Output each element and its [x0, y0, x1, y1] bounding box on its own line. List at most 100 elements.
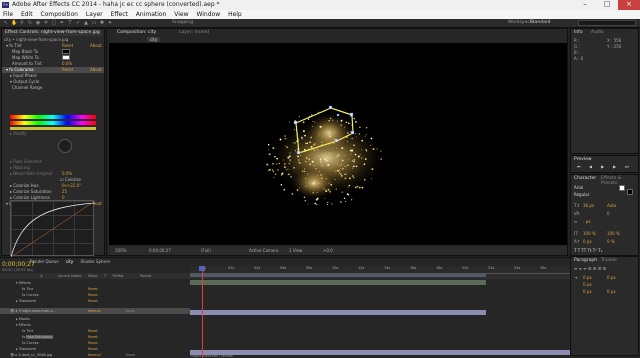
align-buttons-icon[interactable]: ≡ ≡ ≡ ☰ ☰ ☰ ☰: [574, 266, 606, 271]
font-style-select[interactable]: Regular: [574, 192, 589, 197]
curves-graph[interactable]: [10, 200, 95, 257]
hand-tool-icon[interactable]: ✋: [11, 20, 17, 26]
last-frame-icon[interactable]: ⏭: [625, 164, 629, 169]
resolution-select[interactable]: (Full): [201, 247, 211, 255]
stroke-width-value[interactable]: - px: [583, 219, 591, 224]
roto-brush-tool-icon[interactable]: ✱: [99, 20, 105, 26]
color-swatch[interactable]: [62, 55, 70, 60]
tracker-tab[interactable]: Tracker: [601, 258, 617, 263]
space-before-value[interactable]: 0 px: [583, 289, 592, 294]
tab-shader-sphere[interactable]: Shader Sphere: [80, 259, 110, 264]
parent-select[interactable]: None: [126, 352, 135, 358]
toggle-switches-modes[interactable]: Toggle Switches / Modes: [190, 354, 233, 358]
audio-tab[interactable]: Audio: [591, 30, 604, 35]
first-frame-icon[interactable]: ⏮: [577, 164, 581, 169]
color-swatch[interactable]: [62, 49, 70, 54]
vertical-scale-value[interactable]: 100 %: [583, 231, 596, 236]
work-area-bar[interactable]: [190, 274, 486, 277]
space-after-value[interactable]: 0 px: [607, 289, 616, 294]
parent-select[interactable]: None: [126, 308, 135, 314]
eraser-tool-icon[interactable]: ▭: [91, 20, 97, 26]
tab-render-queue[interactable]: Render Queue: [30, 259, 59, 264]
maximize-icon[interactable]: □: [596, 0, 618, 10]
menu-edit[interactable]: Edit: [18, 10, 36, 19]
city-light-dot: [358, 186, 361, 189]
zoom-select[interactable]: 100%: [115, 247, 126, 255]
pen-tool-icon[interactable]: ✒: [59, 20, 65, 26]
font-family-select[interactable]: Arial: [574, 185, 583, 190]
indent-left-value[interactable]: 0 px: [583, 275, 592, 280]
minimize-icon[interactable]: –: [574, 0, 596, 10]
current-time-display[interactable]: 0;00;00;27: [149, 247, 171, 255]
camera-select[interactable]: Active Camera: [249, 247, 278, 255]
blend-mode-select[interactable]: Normal: [88, 352, 101, 358]
puppet-tool-icon[interactable]: ✦: [107, 20, 113, 26]
character-tab[interactable]: Character: [574, 176, 596, 181]
menu-help[interactable]: Help: [225, 10, 245, 19]
next-frame-icon[interactable]: ▶: [613, 164, 616, 169]
menu-layer[interactable]: Layer: [83, 10, 106, 19]
view-layout-select[interactable]: 1 View: [289, 247, 302, 255]
layer-duration-bar[interactable]: [190, 310, 486, 315]
reset-link[interactable]: Reset: [88, 298, 98, 304]
composition-tab[interactable]: Composition: city: [117, 30, 156, 35]
layer-tab[interactable]: Layer: (none): [179, 30, 209, 35]
tsume-value[interactable]: 0 %: [607, 239, 615, 244]
font-size-value[interactable]: 36 px: [583, 203, 594, 208]
menu-effect[interactable]: Effect: [108, 10, 131, 19]
exposure-value[interactable]: +0.0: [323, 247, 333, 255]
effect-controls-tab[interactable]: Effect Controls: night-view-from-space.j…: [3, 30, 102, 36]
timeline-row[interactable]: ▸ Transform Reset: [0, 298, 190, 304]
type-tool-icon[interactable]: T: [67, 20, 73, 26]
leading-value[interactable]: Auto: [607, 203, 616, 208]
play-icon[interactable]: ▶: [601, 164, 604, 169]
close-icon[interactable]: ×: [618, 0, 640, 10]
rectangle-tool-icon[interactable]: ▢: [51, 20, 57, 26]
layer-duration-bar[interactable]: [190, 350, 570, 355]
phase-dial-icon[interactable]: [58, 139, 72, 153]
zoom-tool-icon[interactable]: ⚲: [19, 20, 25, 26]
timeline-layer-row[interactable]: 👁 ▾ 3 night-view-from-s... Normal None: [0, 308, 190, 314]
composition-viewport[interactable]: [109, 43, 567, 245]
faux-styles-icon[interactable]: T T TT Tt T¹ T₁: [574, 248, 602, 253]
timeline-layer-row[interactable]: 👁 ▸ 4 land_cc_3048.jpg Normal None: [0, 352, 190, 358]
menu-composition[interactable]: Composition: [38, 10, 81, 19]
col-number: #: [40, 274, 43, 278]
time-ruler[interactable]: 0s 02s 04s 06s 08s 10s 12s 14s 16s 18s 2…: [190, 266, 570, 274]
fx-row-channel-range[interactable]: Channel Range: [2, 85, 104, 91]
preview-tab[interactable]: Preview: [574, 157, 592, 162]
curves-line[interactable]: [11, 201, 95, 257]
prev-frame-icon[interactable]: ◀: [589, 164, 592, 169]
tab-city[interactable]: city: [66, 259, 73, 264]
rotate-tool-icon[interactable]: ↻: [27, 20, 33, 26]
info-tab[interactable]: Info: [574, 30, 583, 35]
paragraph-tab[interactable]: Paragraph: [574, 258, 597, 263]
clone-stamp-tool-icon[interactable]: ▲: [83, 20, 89, 26]
camera-tool-icon[interactable]: ◉: [35, 20, 41, 26]
menu-file[interactable]: File: [0, 10, 16, 19]
workspace-select[interactable]: Standard: [530, 20, 550, 25]
city-light-dot: [340, 201, 342, 203]
playhead-line[interactable]: [202, 266, 203, 358]
blend-mode-select[interactable]: Normal: [88, 308, 101, 314]
fx-row-modify[interactable]: ▸ Modify: [2, 131, 104, 137]
baseline-shift-value[interactable]: 0 px: [583, 239, 592, 244]
menu-view[interactable]: View: [171, 10, 191, 19]
selection-tool-icon[interactable]: ↖: [3, 20, 9, 26]
search-help-input[interactable]: [578, 20, 636, 26]
tracking-value[interactable]: 0: [607, 211, 610, 216]
horizontal-scale-value[interactable]: 100 %: [607, 231, 620, 236]
info-y: Y : 378: [607, 44, 621, 49]
indent-first-value[interactable]: 0 px: [583, 282, 592, 287]
brush-tool-icon[interactable]: ✓: [75, 20, 81, 26]
pan-behind-tool-icon[interactable]: ✡: [43, 20, 49, 26]
indent-right-value[interactable]: 0 px: [607, 275, 616, 280]
composition-breadcrumb[interactable]: city: [147, 37, 161, 42]
layer-duration-bar[interactable]: [190, 280, 486, 285]
timeline-panel: 0;00;00;27 00027 (29.97 fps) Render Queu…: [0, 257, 570, 358]
stroke-color-swatch[interactable]: [627, 189, 633, 195]
menu-animation[interactable]: Animation: [133, 10, 170, 19]
menu-window[interactable]: Window: [193, 10, 223, 19]
snapping-toggle[interactable]: Snapping: [172, 20, 193, 25]
fill-color-swatch[interactable]: [619, 185, 625, 191]
